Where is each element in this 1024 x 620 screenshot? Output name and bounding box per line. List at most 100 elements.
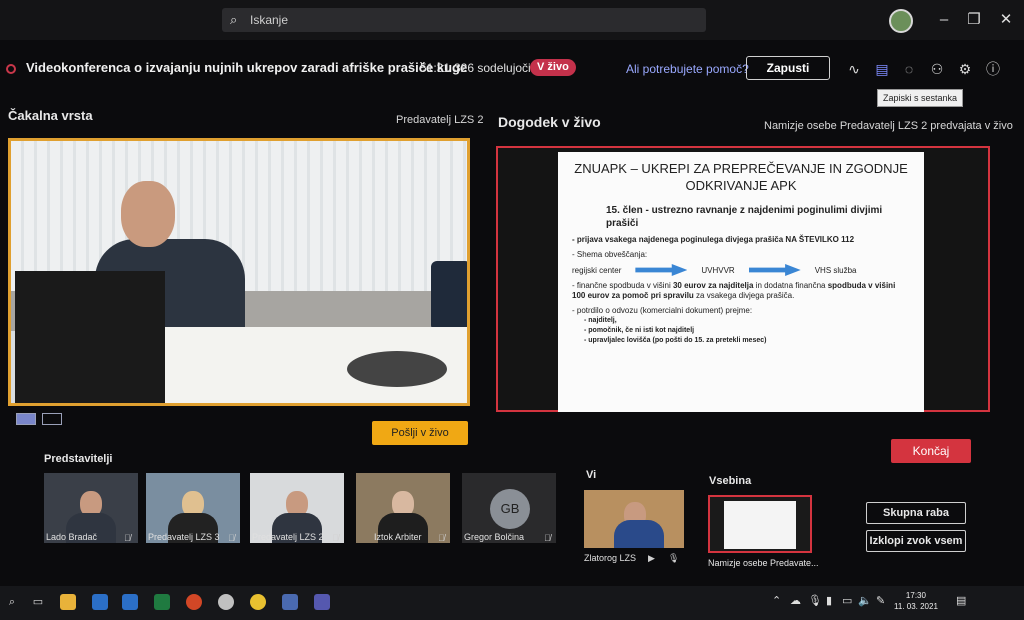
live-title: Dogodek v živo [498,114,601,130]
slide-subitem: - upravljalec lovišča (po pošti do 15. z… [584,337,767,344]
self-video[interactable] [584,490,684,548]
people-icon[interactable]: ⚇ [928,60,946,78]
meeting-title: Videokonferenca o izvajanju nujnih ukrep… [26,60,468,75]
initials-avatar: GB [490,489,530,529]
presenter-head [121,181,175,247]
mic-off-icon: 🎙̸ [544,533,551,543]
task-view-icon[interactable]: ▭ [30,594,46,610]
participant-count: 326 sodelujočih [454,61,538,75]
participant-name: Gregor Bolčina [464,532,525,542]
notes-icon[interactable]: ▤ [873,60,891,78]
recording-icon [6,64,16,74]
arrow-icon [635,264,688,276]
excel-icon[interactable] [154,594,170,610]
slide-text: za vsakega divjega prašiča. [693,291,795,300]
slide-item: - prijava vsakega najdenega poginulega d… [572,235,855,244]
mic-off-icon: 🎙̸ [332,533,339,543]
queue-video[interactable] [8,138,470,406]
flow-step: VHS služba [814,265,857,275]
slide-text: 30 eurov za najditelja [672,281,754,290]
mic-off-icon: 🎙̸ [124,533,131,543]
meeting-timer: 51:31 [420,61,451,75]
search-icon[interactable]: ⌕ [4,594,20,610]
info-icon[interactable]: ⓘ [984,60,1002,78]
search-icon: ⌕ [230,12,238,27]
outlook-icon[interactable] [92,594,108,610]
help-link[interactable]: Ali potrebujete pomoč? [626,62,749,76]
slide-item: - Shema obveščanja: [572,250,648,259]
app-icon[interactable] [218,594,234,610]
live-badge: V živo [530,59,576,76]
mute-all-button[interactable]: Izklopi zvok vsem [866,530,966,552]
notifications-icon[interactable]: ▤ [956,594,966,607]
participant-name: Lado Bradač [46,532,98,542]
minimize-icon[interactable]: – [934,10,954,30]
tray-chevron-icon[interactable]: ⌃ [772,594,781,607]
chrome-icon[interactable] [250,594,266,610]
leave-button[interactable]: Zapusti [746,56,830,80]
notes-tooltip: Zapiski s sestanka [877,89,964,107]
participant-name: Predavatelj LZS 2 [252,532,324,542]
powerpoint-icon[interactable] [186,594,202,610]
microphone-icon[interactable]: 🎙 [808,594,822,607]
health-icon[interactable]: ∿ [845,60,863,78]
office-chair [431,261,467,331]
teams-icon[interactable] [314,594,330,610]
participant-name: Predavatelj LZS 3 [148,532,220,542]
conference-speaker [347,351,447,387]
settings-icon[interactable]: ⚙ [956,60,974,78]
slide-subitem: - pomočnik, če ni isti kot najditelj [584,327,695,334]
send-live-button[interactable]: Pošlji v živo [372,421,468,445]
queue-presenter-label: Predavatelj LZS 2 [396,114,484,126]
self-name: Zlatorog LZS [584,553,637,563]
chat-icon[interactable]: ◌ [900,60,918,78]
representatives-title: Predstavitelji [44,453,113,465]
share-button[interactable]: Skupna raba [866,502,966,524]
layout-split-icon[interactable] [42,413,62,425]
volume-icon[interactable]: 🔈 [858,594,872,607]
live-note: Namizje osebe Predavatelj LZS 2 predvaja… [764,120,1013,132]
end-button[interactable]: Končaj [891,439,971,463]
cloud-icon[interactable]: ☁ [790,594,801,607]
slide-subtitle: 15. člen - ustrezno ravnanje z najdenimi… [606,205,883,229]
layout-single-icon[interactable] [16,413,36,425]
content-name: Namizje osebe Predavate... [708,558,819,568]
live-video[interactable]: ZNUAPK – UKREPI ZA PREPREČEVANJE IN ZGOD… [496,146,990,412]
network-icon[interactable]: ▭ [842,594,852,607]
flow-step: regijski center [572,265,622,275]
flow-step: UVHVVR [701,265,735,275]
clock-date: 11. 03. 2021 [894,602,938,611]
arrow-icon [748,264,801,276]
microphone-icon[interactable]: 🎙 [668,553,679,564]
self-title: Vi [586,469,597,481]
search-placeholder: Iskanje [250,13,289,27]
layout-switcher [16,412,68,430]
laptop [15,271,165,403]
mail-icon[interactable] [122,594,138,610]
clock-time: 17:30 [905,591,926,600]
slide-text: - finančne spodbuda v višini [572,281,673,290]
close-icon[interactable]: ✕ [996,10,1016,30]
file-explorer-icon[interactable] [60,594,76,610]
app-icon[interactable] [282,594,298,610]
user-avatar[interactable] [889,9,913,33]
queue-title: Čakalna vrsta [8,108,93,123]
slide-item: - finančne spodbuda v višini 30 eurov za… [572,281,910,301]
participant-name: Iztok Arbiter [374,532,422,542]
slide-thumbnail [724,501,796,549]
taskbar-clock[interactable]: 17:30 11. 03. 2021 [894,590,938,612]
pen-icon[interactable]: ✎ [876,594,885,607]
slide-text: in dodatna finančna [753,281,828,290]
mic-off-icon: 🎙̸ [228,533,235,543]
search-input[interactable]: ⌕ Iskanje [222,8,706,32]
notification-flow: regijski center UVHVVR VHS služba [572,264,910,276]
mic-off-icon: 🎙̸ [438,533,445,543]
slide-subitem: - najditelj, [584,317,617,324]
battery-icon[interactable]: ▮ [826,594,832,607]
meeting-bar: Videokonferenca o izvajanju nujnih ukrep… [0,52,1024,86]
restore-icon[interactable]: ❐ [964,10,984,30]
camera-icon[interactable]: ▶ [648,553,655,564]
slide-title: ZNUAPK – UKREPI ZA PREPREČEVANJE IN ZGOD… [574,161,908,193]
slide-item: - potrdilo o odvozu (komercialni dokumen… [572,306,753,315]
content-thumbnail[interactable] [708,495,812,553]
